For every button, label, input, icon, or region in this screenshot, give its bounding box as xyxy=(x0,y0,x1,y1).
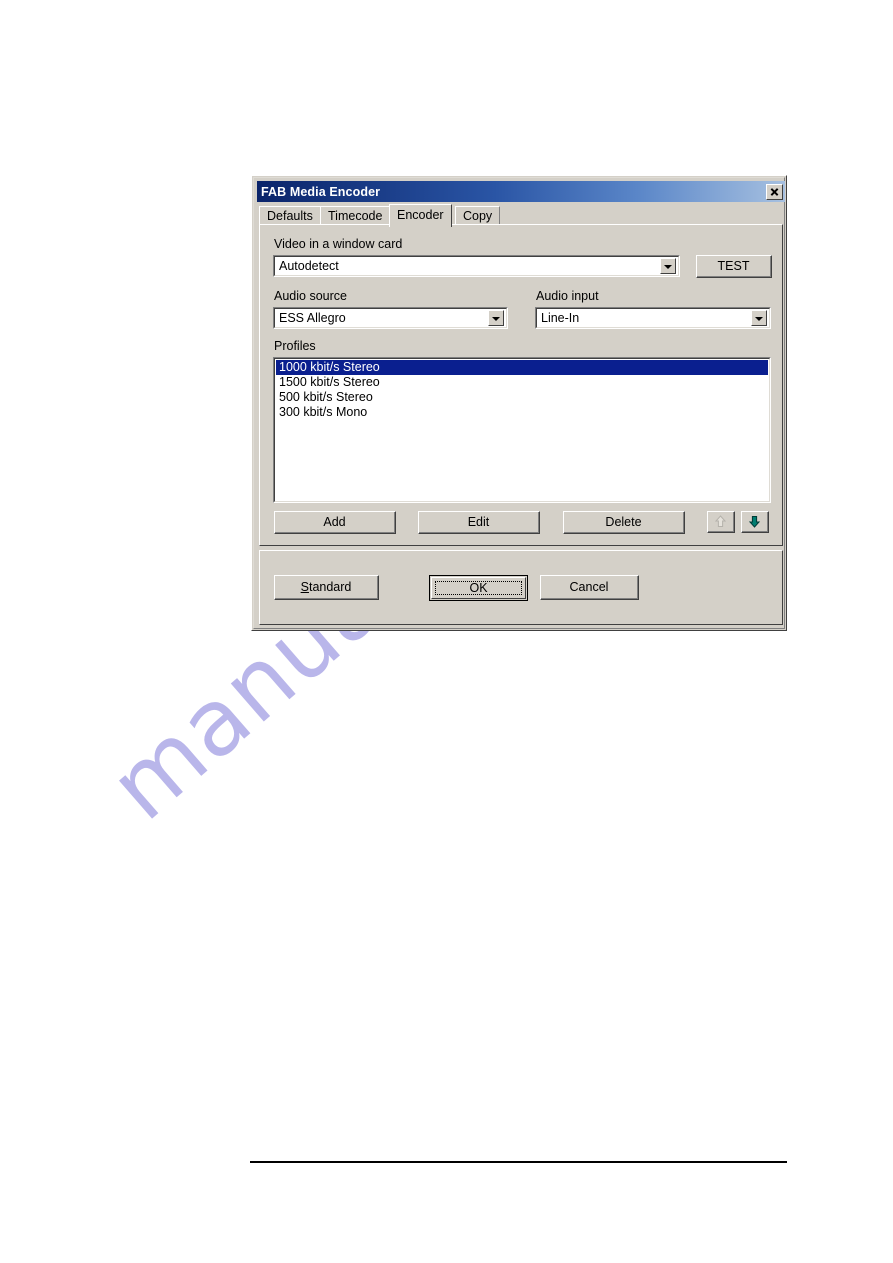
edit-button-label: Edit xyxy=(419,512,539,533)
tab-strip: Defaults Timecode Encoder Copy xyxy=(259,204,783,227)
chevron-down-icon[interactable] xyxy=(660,258,676,274)
audio-input-label: Audio input xyxy=(536,289,599,303)
add-button-label: Add xyxy=(275,512,395,533)
tab-timecode[interactable]: Timecode xyxy=(320,206,391,225)
ok-button[interactable]: OK xyxy=(429,575,528,601)
delete-button-label: Delete xyxy=(564,512,684,533)
test-button-label: TEST xyxy=(697,256,771,277)
cancel-button[interactable]: Cancel xyxy=(540,575,639,600)
add-profile-button[interactable]: Add xyxy=(274,511,396,534)
audio-input-combo[interactable]: Line-In xyxy=(535,307,771,329)
chevron-down-icon[interactable] xyxy=(751,310,767,326)
ok-button-face: OK xyxy=(431,577,526,599)
list-item[interactable]: 1000 kbit/s Stereo xyxy=(276,360,768,375)
audio-source-value: ESS Allegro xyxy=(279,311,346,325)
audio-source-label: Audio source xyxy=(274,289,347,303)
audio-input-value: Line-In xyxy=(541,311,580,325)
window-title: FAB Media Encoder xyxy=(261,184,381,199)
standard-button-label: Standard xyxy=(275,576,378,599)
dialog-inner-frame: FAB Media Encoder Defaults Timecode Enco… xyxy=(253,177,785,629)
profiles-label: Profiles xyxy=(274,339,316,353)
title-bar[interactable]: FAB Media Encoder xyxy=(257,181,785,202)
arrow-up-icon xyxy=(714,515,727,528)
list-item[interactable]: 1500 kbit/s Stereo xyxy=(276,375,768,390)
audio-source-combo[interactable]: ESS Allegro xyxy=(273,307,508,329)
fab-media-encoder-dialog: FAB Media Encoder Defaults Timecode Enco… xyxy=(251,175,787,631)
close-icon[interactable] xyxy=(766,183,783,200)
tab-encoder[interactable]: Encoder xyxy=(389,204,452,227)
tab-copy[interactable]: Copy xyxy=(455,206,501,225)
focus-rectangle xyxy=(435,581,522,595)
edit-profile-button[interactable]: Edit xyxy=(418,511,540,534)
profiles-listbox[interactable]: 1000 kbit/s Stereo 1500 kbit/s Stereo 50… xyxy=(273,357,771,503)
test-button[interactable]: TEST xyxy=(696,255,772,278)
arrow-down-icon xyxy=(748,515,761,528)
list-item[interactable]: 300 kbit/s Mono xyxy=(276,405,768,420)
video-card-value: Autodetect xyxy=(279,259,339,273)
video-card-label: Video in a window card xyxy=(274,237,403,251)
move-down-button[interactable] xyxy=(741,511,769,533)
dialog-footer: Standard OK Cancel xyxy=(259,550,783,625)
encoder-tab-panel: Video in a window card Autodetect TEST A… xyxy=(259,224,783,546)
tab-defaults[interactable]: Defaults xyxy=(259,206,321,225)
video-card-combo[interactable]: Autodetect xyxy=(273,255,680,277)
chevron-down-icon[interactable] xyxy=(488,310,504,326)
list-item[interactable]: 500 kbit/s Stereo xyxy=(276,390,768,405)
delete-profile-button[interactable]: Delete xyxy=(563,511,685,534)
cancel-button-label: Cancel xyxy=(541,576,638,599)
standard-button[interactable]: Standard xyxy=(274,575,379,600)
move-up-button[interactable] xyxy=(707,511,735,533)
page-footer-rule xyxy=(250,1161,787,1163)
